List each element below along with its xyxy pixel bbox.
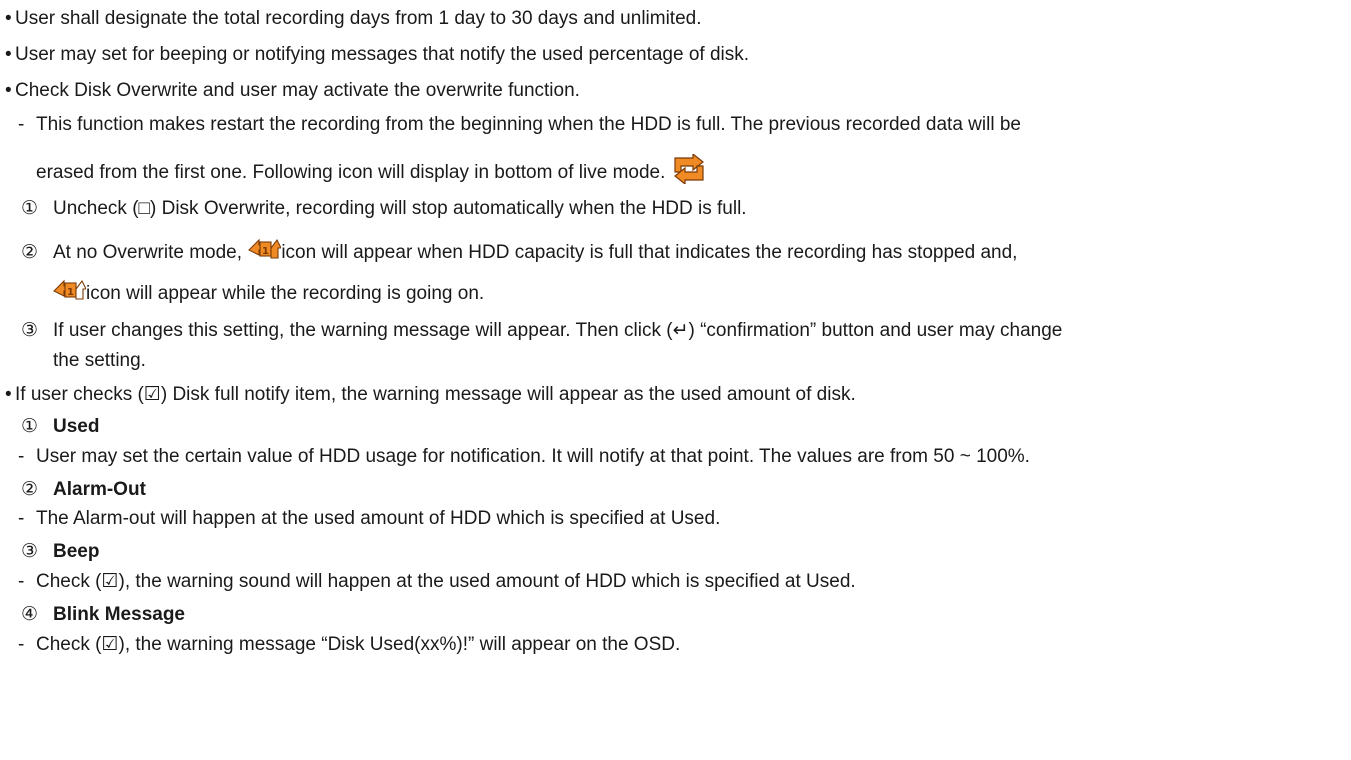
sub-item-beep: ③ Beep [21, 539, 99, 564]
sub-item-title: Beep [53, 541, 100, 562]
dash-text: The Alarm-out will happen at the used am… [36, 508, 721, 529]
bullet-text: User may set for beeping or notifying me… [15, 44, 750, 65]
numbered-item-uncheck: ① Uncheck (□) Disk Overwrite, recording w… [21, 196, 747, 221]
sub-item-alarm-out-desc: - The Alarm-out will happen at the used a… [18, 507, 720, 531]
sub-item-title: Alarm-Out [53, 479, 146, 500]
number-mark: ② [21, 478, 39, 500]
dash-item-function-desc-cont: erased from the first one. Following ico… [36, 152, 707, 191]
number-mark: ③ [21, 540, 39, 562]
sub-item-blink-message-desc: - Check (☑), the warning message “Disk Us… [18, 633, 680, 657]
numbered-text-post: icon will appear when HDD capacity is fu… [281, 242, 1018, 263]
number-mark: ④ [21, 603, 39, 625]
sub-item-blink-message: ④ Blink Message [21, 602, 185, 627]
dash-text: Check (☑), the warning sound will happen… [36, 571, 856, 592]
numbered-text-cont: icon will appear while the recording is … [86, 283, 485, 304]
numbered-text: If user changes this setting, the warnin… [53, 320, 1063, 341]
numbered-item-no-overwrite-cont: 1 icon will appear while the recording i… [52, 277, 484, 312]
dash-mark: - [18, 571, 25, 592]
numbered-text: Uncheck (□) Disk Overwrite, recording wi… [53, 198, 747, 219]
bullet-mark: • [5, 44, 12, 65]
bullet-item-disk-full-notify: • If user checks (☑) Disk full notify ite… [5, 383, 856, 407]
svg-text:1: 1 [67, 287, 74, 298]
sub-item-beep-desc: - Check (☑), the warning sound will happe… [18, 570, 856, 594]
overwrite-icon [671, 152, 707, 191]
no-overwrite-full-icon: 1 [247, 236, 283, 271]
sub-item-title: Blink Message [53, 604, 185, 625]
dash-mark: - [18, 634, 25, 655]
bullet-text: User shall designate the total recording… [15, 8, 702, 29]
number-mark: ③ [21, 319, 39, 341]
sub-item-used-desc: - User may set the certain value of HDD u… [18, 445, 1030, 469]
bullet-mark: • [5, 384, 12, 405]
bullet-text: Check Disk Overwrite and user may activa… [15, 80, 580, 101]
bullet-item-recording-days: • User shall designate the total recordin… [5, 7, 702, 31]
sub-item-title: Used [53, 416, 100, 437]
bullet-mark: • [5, 8, 12, 29]
sub-item-used: ① Used [21, 414, 99, 439]
numbered-item-change-setting-cont: the setting. [53, 349, 146, 373]
bullet-item-disk-overwrite: • Check Disk Overwrite and user may activ… [5, 79, 580, 103]
numbered-item-change-setting: ③ If user changes this setting, the warni… [21, 318, 1062, 343]
dash-text: User may set the certain value of HDD us… [36, 446, 1030, 467]
dash-text-cont: erased from the first one. Following ico… [36, 162, 666, 183]
number-mark: ① [21, 415, 39, 437]
numbered-text-cont: the setting. [53, 350, 146, 371]
dash-mark: - [18, 508, 25, 529]
numbered-text: At no Overwrite mode, [53, 242, 243, 263]
sub-item-alarm-out: ② Alarm-Out [21, 477, 146, 502]
dash-item-function-desc: - This function makes restart the recordi… [18, 113, 1021, 137]
number-mark: ① [21, 197, 39, 219]
no-overwrite-recording-icon: 1 [52, 277, 87, 312]
numbered-item-no-overwrite: ② At no Overwrite mode, 1 icon will appea… [21, 236, 1017, 271]
bullet-text: If user checks (☑) Disk full notify item… [15, 384, 856, 405]
dash-mark: - [18, 446, 25, 467]
svg-text:1: 1 [262, 246, 269, 257]
bullet-mark: • [5, 80, 12, 101]
dash-mark: - [18, 114, 25, 135]
dash-text: Check (☑), the warning message “Disk Use… [36, 634, 681, 655]
number-mark: ② [21, 241, 39, 263]
dash-text: This function makes restart the recordin… [36, 114, 1021, 135]
bullet-item-beeping: • User may set for beeping or notifying m… [5, 43, 749, 67]
